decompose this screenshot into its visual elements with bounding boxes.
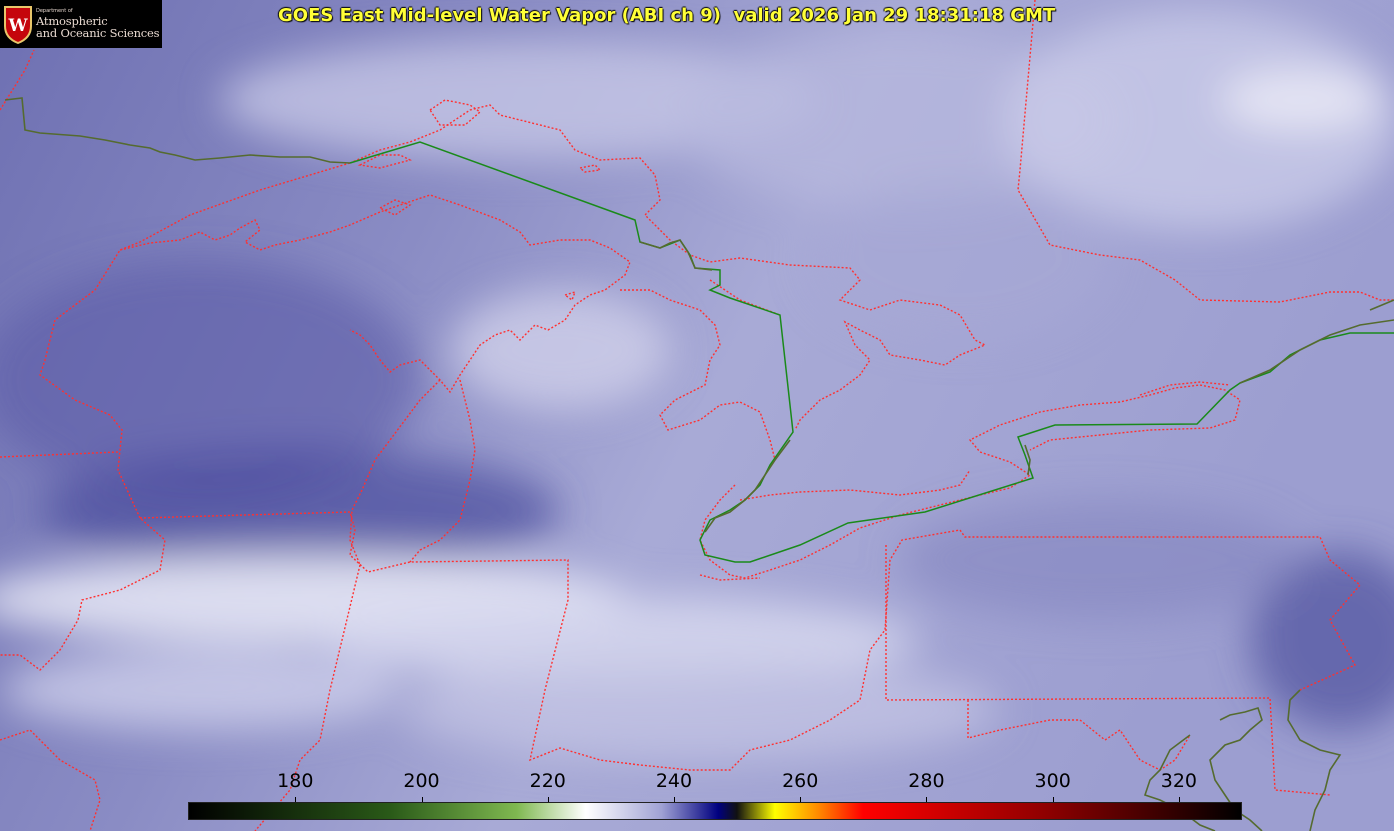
water-vapor-map xyxy=(0,0,1394,831)
colorbar-tick-label: 240 xyxy=(655,770,693,792)
colorbar-tick-label: 320 xyxy=(1160,770,1198,792)
colorbar-tick-label: 280 xyxy=(908,770,945,792)
university-logo: W Department of Atmospheric and Oceanic … xyxy=(0,0,162,48)
image-title: GOES East Mid-level Water Vapor (ABI ch … xyxy=(278,5,1056,26)
colorbar-tick-label: 180 xyxy=(277,770,314,792)
shield-icon: W xyxy=(3,4,33,45)
colorbar-tick-label: 200 xyxy=(403,770,440,792)
shield-letter: W xyxy=(7,16,28,36)
colorbar-tick-label: 260 xyxy=(782,770,819,792)
logo-text: Department of Atmospheric and Oceanic Sc… xyxy=(36,9,160,40)
logo-line1: Atmospheric xyxy=(36,13,108,28)
temperature-colorbar xyxy=(188,802,1242,820)
colorbar-tick-label: 300 xyxy=(1034,770,1071,792)
colorbar-tick-label: 220 xyxy=(529,770,566,792)
logo-line2: and Oceanic Sciences xyxy=(36,25,160,40)
